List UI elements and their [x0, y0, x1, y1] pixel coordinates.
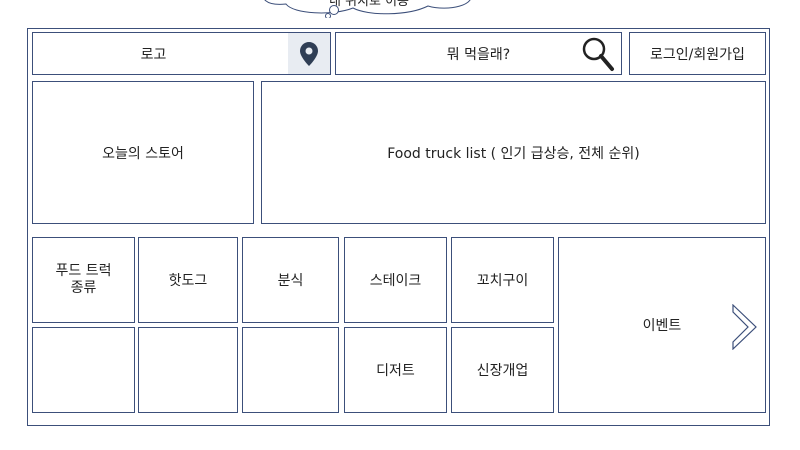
category-empty-2 [138, 327, 238, 413]
search-bar[interactable]: 뭐 먹을래? [335, 32, 622, 75]
today-store-label: 오늘의 스토어 [102, 145, 184, 162]
logo-area[interactable]: 로고 [32, 32, 331, 75]
search-label: 뭐 먹을래? [446, 46, 511, 63]
category-new-opening[interactable]: 신장개업 [451, 327, 554, 413]
category-label: 분식 [277, 273, 304, 289]
category-steak[interactable]: 스테이크 [344, 237, 447, 323]
category-title-label: 푸드 트럭 종류 [55, 263, 112, 296]
location-button[interactable] [288, 33, 330, 74]
category-hotdog[interactable]: 핫도그 [138, 237, 238, 323]
map-pin-icon [300, 41, 318, 66]
logo-label: 로고 [140, 46, 167, 63]
category-label: 디저트 [376, 363, 415, 379]
category-label: 스테이크 [369, 273, 422, 289]
category-label: 꼬치구이 [476, 273, 529, 289]
category-empty-1 [32, 327, 135, 413]
magnifier-icon[interactable] [581, 36, 615, 72]
category-bunsik[interactable]: 분식 [242, 237, 339, 323]
category-skewer[interactable]: 꼬치구이 [451, 237, 554, 323]
chevron-right-icon[interactable] [732, 304, 758, 350]
category-dessert[interactable]: 디저트 [344, 327, 447, 413]
category-empty-3 [242, 327, 339, 413]
category-title: 푸드 트럭 종류 [32, 237, 135, 323]
category-label: 핫도그 [168, 273, 208, 289]
food-truck-list-label: Food truck list ( 인기 급상승, 전체 순위) [387, 145, 640, 162]
category-label: 신장개업 [476, 363, 529, 379]
event-label: 이벤트 [642, 318, 682, 334]
today-store-panel[interactable]: 오늘의 스토어 [32, 81, 254, 224]
tooltip-text: 내 위치로 이동 [328, 0, 410, 9]
food-truck-list-panel[interactable]: Food truck list ( 인기 급상승, 전체 순위) [261, 81, 766, 224]
login-label: 로그인/회원가입 [650, 46, 745, 63]
login-button[interactable]: 로그인/회원가입 [629, 32, 766, 75]
